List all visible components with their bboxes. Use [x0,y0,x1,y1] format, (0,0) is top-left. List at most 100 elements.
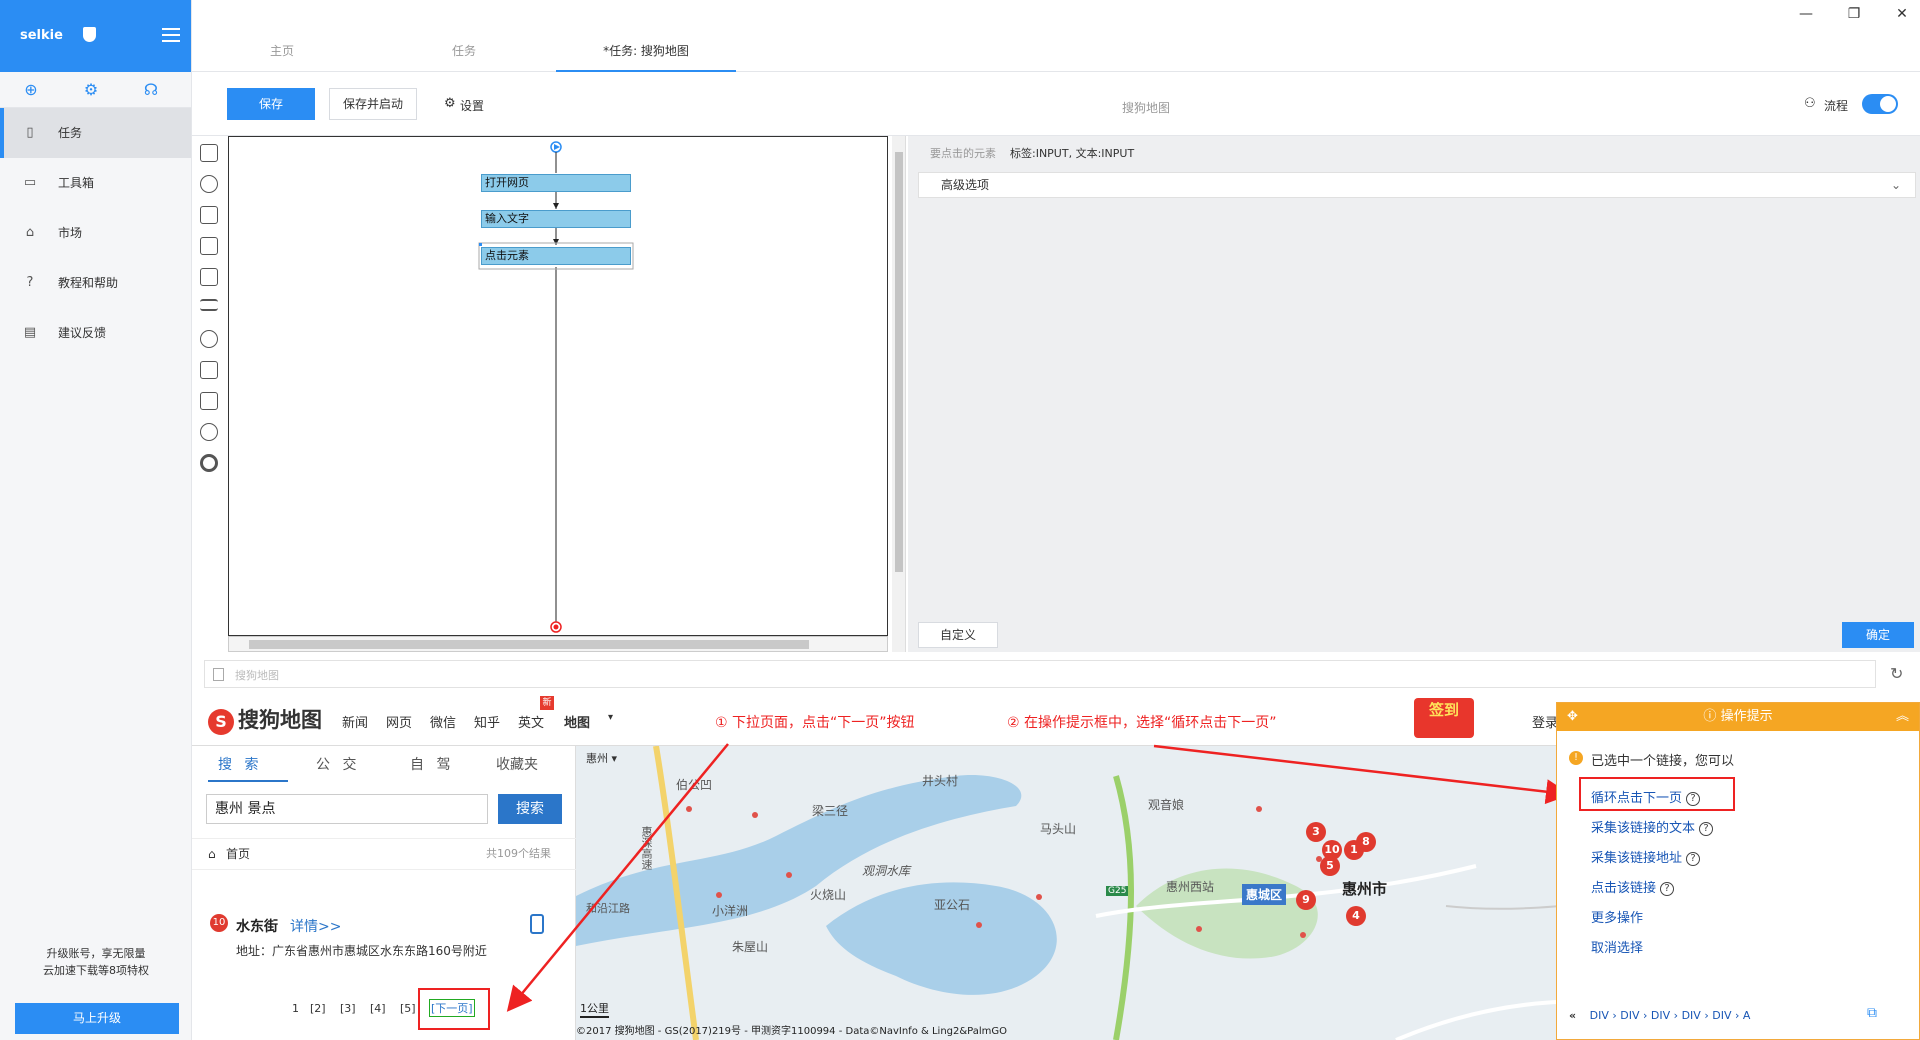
page-link[interactable]: [3] [340,1002,356,1015]
search-input[interactable]: 惠州 景点 [206,794,488,824]
close-icon[interactable]: ✕ [1892,6,1912,22]
tip-option-click-link[interactable]: 点击该链接? [1591,877,1675,896]
stop-tool-icon[interactable] [200,454,218,472]
crumb-item[interactable]: DIV [1590,1009,1609,1022]
hamburger-menu-icon[interactable] [162,28,180,42]
minimize-icon[interactable]: — [1796,6,1816,22]
search-tab-favorites[interactable]: 收藏夹 [496,754,538,774]
add-icon[interactable]: ⊕ [22,81,40,99]
flow-toggle[interactable] [1862,94,1898,114]
checkin-badge[interactable]: 签到 [1414,698,1474,738]
switch-dropdown-tool-icon[interactable] [200,268,218,286]
map-pin[interactable]: 4 [1346,906,1366,932]
save-button[interactable]: 保存 [227,88,315,120]
move-icon[interactable]: ✥ [1567,703,1578,731]
sidebar-item-help[interactable]: ? 教程和帮助 [0,258,191,308]
page-link[interactable]: [4] [370,1002,386,1015]
crumb-item[interactable]: DIV [1651,1009,1670,1022]
map-poi-dot[interactable] [716,892,722,898]
map-poi-dot[interactable] [1036,894,1042,900]
crumb-back[interactable]: « [1569,1009,1576,1022]
tab-tasks[interactable]: 任务 [374,38,554,72]
map-poi-dot[interactable] [686,806,692,812]
branch-tool-icon[interactable] [200,361,218,379]
nav-news[interactable]: 新闻 [342,712,368,731]
shield-icon[interactable] [83,27,96,42]
map-poi-dot[interactable] [786,872,792,878]
phone-icon[interactable] [530,914,544,934]
open-page-tool-icon[interactable] [200,144,218,162]
nav-map[interactable]: 地图 [564,712,590,731]
map-district-badge[interactable]: 惠城区 [1242,884,1287,905]
gear-icon[interactable]: ⚙ [82,81,100,99]
tab-home[interactable]: 主页 [192,38,372,72]
custom-button[interactable]: 自定义 [918,622,998,648]
map-poi-dot[interactable] [1300,932,1306,938]
input-text-tool-icon[interactable] [200,237,218,255]
nav-web[interactable]: 网页 [386,712,412,731]
question-icon[interactable]: ? [1686,852,1701,866]
map-pin[interactable]: 5 [1320,856,1340,882]
search-tab-drive[interactable]: 自 驾 [410,754,454,774]
settings-button[interactable]: 设置 [460,97,484,114]
tab-task-sogou-map[interactable]: *任务: 搜狗地图 [556,38,736,72]
flow-node-input-text[interactable]: 输入文字 [481,210,631,228]
upgrade-button[interactable]: 马上升级 [15,1003,179,1034]
map-pin[interactable]: 9 [1296,890,1316,916]
page-link[interactable]: [2] [310,1002,326,1015]
confirm-button[interactable]: 确定 [1842,622,1914,648]
nav-weixin[interactable]: 微信 [430,712,456,731]
crumb-item[interactable]: DIV [1620,1009,1639,1022]
restore-icon[interactable]: ❐ [1844,6,1864,22]
sidebar-item-toolbox[interactable]: ▭ 工具箱 [0,158,191,208]
mouse-hover-tool-icon[interactable] [200,392,218,410]
map-pin[interactable]: 8 [1356,832,1376,858]
crumb-item[interactable]: DIV [1712,1009,1731,1022]
search-button[interactable]: 搜索 [498,794,562,824]
list-tool-icon[interactable] [200,299,218,311]
sidebar-item-feedback[interactable]: ▤ 建议反馈 [0,308,191,358]
flow-canvas[interactable]: 打开网页 输入文字 点击元素 [228,136,888,636]
external-link-icon[interactable]: ⧉ [1867,1005,1877,1021]
extract-tool-icon[interactable] [200,206,218,224]
advanced-options-dropdown[interactable]: 高级选项 ⌄ [918,172,1916,198]
loop-tool-icon[interactable] [200,330,218,348]
sidebar-item-task[interactable]: ▯ 任务 [0,108,191,158]
nav-english[interactable]: 英文 [518,712,544,731]
city-selector[interactable]: 惠州 ▾ [586,750,617,766]
tip-option-extract-url[interactable]: 采集该链接地址? [1591,847,1701,866]
save-start-button[interactable]: 保存并启动 [329,88,417,120]
map-poi-dot[interactable] [1256,806,1262,812]
home-icon[interactable]: ⌂ [208,839,216,869]
flow-node-click-element[interactable]: 点击元素 [481,247,631,265]
login-link[interactable]: 登录 [1532,712,1558,731]
question-icon[interactable]: ? [1660,882,1675,896]
search-tab-transit[interactable]: 公 交 [316,754,360,774]
crumb-item[interactable]: A [1743,1009,1751,1022]
tip-option-more[interactable]: 更多操作 [1591,907,1643,926]
flow-node-open-page[interactable]: 打开网页 [481,174,631,192]
click-tool-icon[interactable] [200,175,218,193]
flow-horizontal-scrollbar[interactable] [228,636,888,652]
nav-zhihu[interactable]: 知乎 [474,712,500,731]
question-icon[interactable]: ? [1699,822,1714,836]
page-link[interactable]: [5] [400,1002,416,1015]
collapse-icon[interactable]: ︽ [1896,703,1909,731]
nav-more-caret-icon[interactable]: ▾ [608,712,613,723]
headset-icon[interactable]: ☊ [142,81,160,99]
sidebar-item-market[interactable]: ⌂ 市场 [0,208,191,258]
tip-option-cancel[interactable]: 取消选择 [1591,937,1643,956]
gear-icon[interactable]: ⚙ [444,96,456,111]
reload-icon[interactable]: ↻ [1890,664,1903,683]
map-poi-dot[interactable] [976,922,982,928]
sogou-map-logo[interactable]: S 搜狗地图 [208,704,322,735]
map-poi-dot[interactable] [1196,926,1202,932]
search-tab-search[interactable]: 搜 索 [218,754,262,774]
identify-code-tool-icon[interactable] [200,423,218,441]
tip-option-extract-text[interactable]: 采集该链接的文本? [1591,817,1714,836]
browser-address-bar[interactable]: 搜狗地图 [204,660,1876,688]
home-link[interactable]: 首页 [226,839,250,869]
properties-scrollbar[interactable] [892,136,906,652]
page-link[interactable]: 1 [292,1002,299,1015]
map-poi-dot[interactable] [752,812,758,818]
